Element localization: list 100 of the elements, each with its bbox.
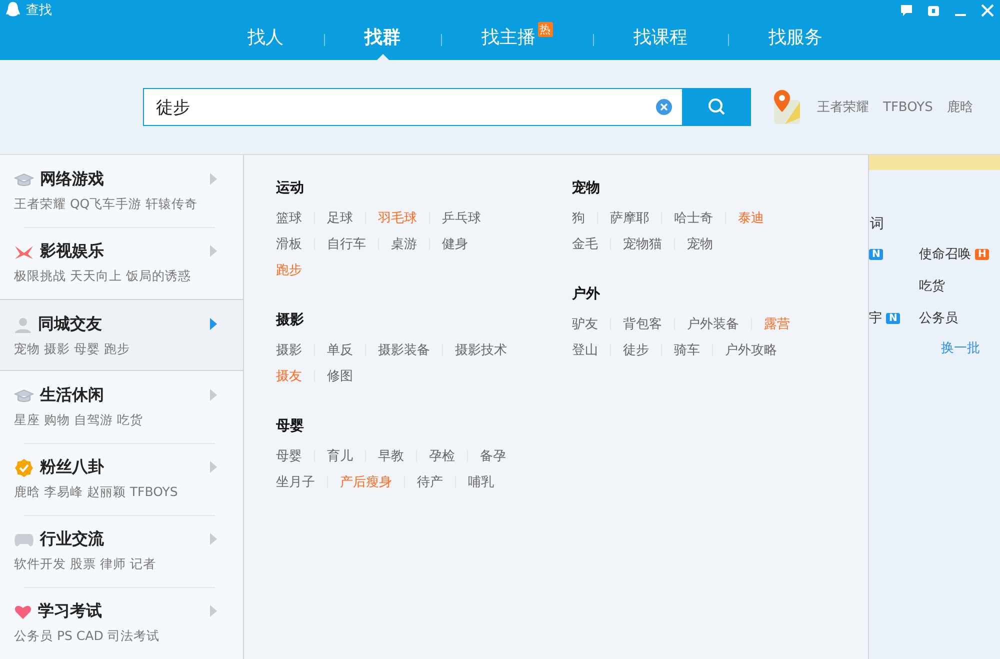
tag-link[interactable]: 孕检 [429,447,455,465]
tag-link[interactable]: 徒步 [623,341,649,359]
hot-search-link[interactable]: 王者荣耀 [817,98,869,116]
category-subtitle: 极限挑战 天天向上 饭局的诱惑 [14,268,192,285]
chevron-icon [210,318,217,330]
nav-tab[interactable]: 找人 [226,20,306,60]
category-subtitle: 软件开发 股票 律师 记者 [14,556,157,573]
verified-badge-icon [14,458,34,478]
category-title: 行业交流 [40,529,104,550]
chevron-icon [210,173,217,185]
tag-link[interactable]: 背包客 [623,315,662,333]
tag-link[interactable]: 哺乳 [468,473,494,491]
tag-link[interactable]: 桌游 [391,235,417,253]
chevron-icon [210,245,217,257]
new-badge: N [886,312,900,324]
tag-link[interactable]: 育儿 [327,447,353,465]
tag-link[interactable]: 宠物猫 [623,235,662,253]
section-title: 母婴 [276,417,305,435]
tag-link[interactable]: 早教 [378,447,404,465]
graduation-cap-icon [14,172,34,186]
tag-link[interactable]: 足球 [327,209,353,227]
new-badge: N [869,248,884,260]
nav-tab[interactable]: 找群 [342,20,422,60]
tag-link[interactable]: 金毛 [572,235,598,253]
hot-badge: H [975,248,990,260]
gamepad-icon [14,532,34,546]
category-item[interactable]: 行业交流 软件开发 股票 律师 记者 [0,515,243,587]
category-title: 粉丝八卦 [40,457,104,478]
hot-word-link[interactable]: 宇 [869,309,882,327]
search-box[interactable]: 徒步 [143,88,683,126]
category-item[interactable]: 影视娱乐 极限挑战 天天向上 饭局的诱惑 [0,227,243,299]
tag-link[interactable]: 坐月子 [276,473,315,491]
tag-link[interactable]: 乒乓球 [442,209,481,227]
tag-link[interactable]: 健身 [442,235,468,253]
tag-link[interactable]: 摄影 [276,341,302,359]
tag-link[interactable]: 狗 [572,209,585,227]
tag-link[interactable]: 滑板 [276,235,302,253]
window-title: 查找 [26,2,52,19]
category-title: 生活休闲 [40,385,104,406]
tag-link[interactable]: 哈士奇 [674,209,713,227]
nav-tab[interactable]: 找主播 热 [460,20,574,60]
section-title: 摄影 [276,311,305,329]
penguin-icon [6,2,20,18]
hot-words-title: 词 [870,215,885,233]
search-button[interactable] [683,88,751,126]
category-item[interactable]: 生活休闲 星座 购物 自驾游 吃货 [0,371,243,443]
category-title: 影视娱乐 [40,241,104,262]
chevron-icon [210,389,217,401]
category-subtitle: 公务员 PS CAD 司法考试 [14,628,160,645]
tag-link[interactable]: 户外攻略 [725,341,777,359]
tag-link[interactable]: 萨摩耶 [610,209,649,227]
tag-link[interactable]: 篮球 [276,209,302,227]
category-subtitle: 星座 购物 自驾游 吃货 [14,412,144,429]
category-title: 同城交友 [38,314,102,335]
tag-link[interactable]: 备孕 [480,447,506,465]
tag-link[interactable]: 母婴 [276,447,302,465]
person-icon [14,316,32,332]
tag-link[interactable]: 待产 [417,473,443,491]
tag-link[interactable]: 摄影装备 [378,341,430,359]
category-item[interactable]: 粉丝八卦 鹿晗 李易峰 赵丽颖 TFBOYS [0,443,243,515]
nav-tab[interactable]: 找课程 [612,20,710,60]
tag-link[interactable]: 驴友 [572,315,598,333]
chat-icon[interactable] [900,4,913,16]
tag-link[interactable]: 修图 [327,367,353,385]
refresh-link[interactable]: 换一批 [941,339,1000,357]
section-title: 户外 [572,285,601,303]
tag-link[interactable]: 单反 [327,341,353,359]
chevron-icon [210,605,217,617]
graduation-cap-icon [14,388,34,402]
category-item[interactable]: 网络游戏 王者荣耀 QQ飞车手游 轩辕传奇 [0,155,243,227]
category-item[interactable]: 同城交友 宠物 摄影 母婴 跑步 [0,299,243,371]
hot-search-link[interactable]: TFBOYS [883,100,933,114]
tag-link[interactable]: 自行车 [327,235,366,253]
search-input[interactable]: 徒步 [154,96,656,118]
category-subtitle: 王者荣耀 QQ飞车手游 轩辕传奇 [14,196,199,213]
nav-tab[interactable]: 找服务 [746,20,844,60]
tag-link[interactable]: 摄影技术 [455,341,507,359]
category-title: 学习考试 [38,601,102,622]
search-icon [708,98,726,116]
category-subtitle: 宠物 摄影 母婴 跑步 [14,341,131,358]
clear-icon[interactable] [656,99,672,115]
category-title: 网络游戏 [40,169,104,190]
heart-icon [14,604,32,620]
category-item[interactable]: 学习考试 公务员 PS CAD 司法考试 [0,587,243,659]
chevron-icon [210,533,217,545]
category-subtitle: 鹿晗 李易峰 赵丽颖 TFBOYS [14,484,179,501]
hot-search-link[interactable]: 鹿晗 [946,98,973,116]
tag-link[interactable]: 宠物 [687,235,713,253]
hot-word-link[interactable]: 使命召唤 [919,245,971,263]
hot-badge: 热 [538,22,552,37]
hot-word-link[interactable]: 公务员 [919,309,958,327]
section-title: 宠物 [572,179,601,197]
map-pin-icon[interactable] [771,88,803,126]
tag-link[interactable]: 户外装备 [687,315,739,333]
chevron-icon [210,461,217,473]
hot-word-link[interactable]: 吃货 [919,277,945,295]
section-title: 运动 [276,179,305,197]
tag-link[interactable]: 骑车 [674,341,700,359]
tag-link[interactable]: 登山 [572,341,598,359]
close-icon[interactable] [981,4,994,16]
